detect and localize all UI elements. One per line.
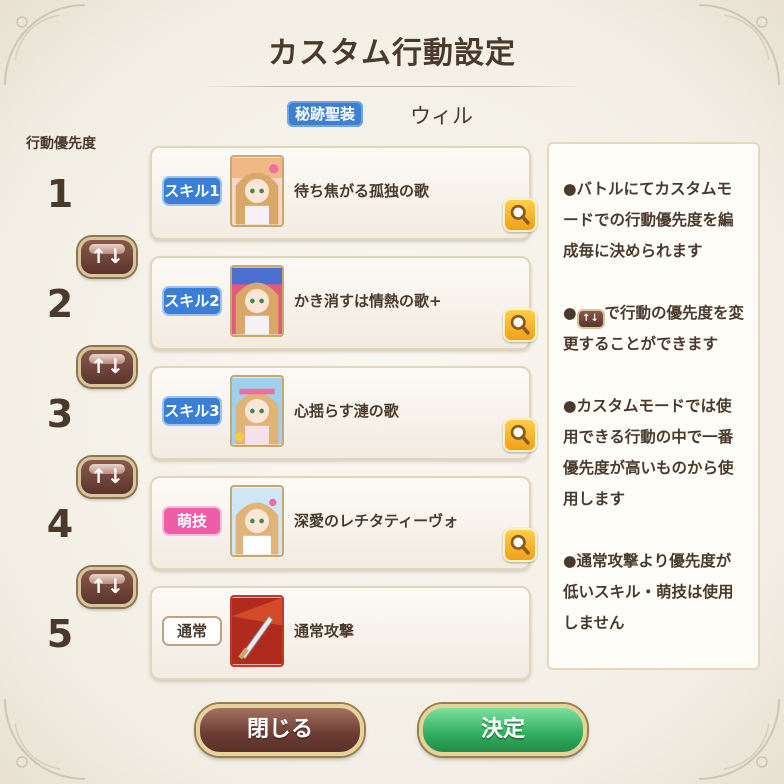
info-text-4: ●通常攻撃より優先度が低いスキル・萌技は使用しません: [563, 552, 734, 632]
skill-tag: スキル3: [162, 396, 222, 426]
skill-detail-button[interactable]: [503, 308, 537, 342]
swap-button-4-5[interactable]: ↑↓: [78, 567, 136, 607]
character-portrait-icon: [232, 157, 282, 225]
skill-detail-button[interactable]: [503, 528, 537, 562]
priority-number-5: 5: [46, 612, 74, 656]
skill-portrait: [230, 485, 284, 557]
ornament-corner-icon: [4, 698, 86, 780]
skill-portrait: [230, 155, 284, 227]
skill-detail-button[interactable]: [503, 198, 537, 232]
info-text-3: ●カスタムモードでは使用できる行動の中で一番優先度が高いものから使用します: [563, 397, 734, 508]
skill-tag: 萌技: [162, 506, 222, 536]
skill-name: 待ち焦がる孤独の歌: [294, 182, 430, 200]
skill-portrait: [230, 375, 284, 447]
priority-number-1: 1: [46, 172, 74, 216]
magnifier-icon: [510, 204, 530, 225]
skill-tag: スキル2: [162, 286, 222, 316]
sword-attack-icon: [232, 597, 282, 665]
character-portrait-icon: [232, 487, 282, 555]
info-text-2: ● ↑↓ で行動の優先度を変更することができます: [563, 304, 745, 353]
skill-portrait: [230, 265, 284, 337]
swap-button-2-3[interactable]: ↑↓: [78, 347, 136, 387]
close-button[interactable]: 閉じる: [196, 704, 364, 756]
swap-arrows-icon: ↑↓: [90, 244, 124, 268]
skill-portrait: [230, 595, 284, 667]
action-card-5: 通常 通常攻撃: [150, 586, 531, 680]
action-card-2: スキル2 かき消すは情熱の歌+: [150, 256, 537, 350]
swap-arrows-icon: ↑↓: [90, 464, 124, 488]
info-panel: ●バトルにてカスタムモードでの行動優先度を編成毎に決められます ● ↑↓ で行動の優…: [547, 142, 760, 670]
swap-arrows-icon: ↑↓: [90, 574, 124, 598]
character-name: ウィル: [410, 104, 473, 128]
priority-number-3: 3: [46, 392, 74, 436]
skill-tag: 通常: [162, 616, 222, 646]
swap-button-1-2[interactable]: ↑↓: [78, 237, 136, 277]
skill-name: 深愛のレチタティーヴォ: [294, 512, 459, 530]
skill-tag: スキル1: [162, 176, 222, 206]
title-divider: [200, 86, 584, 87]
magnifier-icon: [510, 314, 530, 335]
action-card-3: スキル3 心揺らす漣の歌: [150, 366, 537, 460]
dialog-title: カスタム行動設定: [268, 36, 516, 71]
ornament-corner-icon: [698, 698, 780, 780]
action-card-1: スキル1 待ち焦がる孤独の歌: [150, 146, 537, 240]
skill-name: 通常攻撃: [294, 622, 355, 640]
priority-number-2: 2: [46, 282, 74, 326]
magnifier-icon: [510, 424, 530, 445]
character-portrait-icon: [232, 267, 282, 335]
confirm-button[interactable]: 決定: [419, 704, 587, 756]
swap-button-3-4[interactable]: ↑↓: [78, 457, 136, 497]
priority-number-4: 4: [46, 502, 74, 546]
equipment-badge: 秘跡聖装: [287, 101, 363, 127]
priority-label: 行動優先度: [26, 136, 96, 152]
action-card-4: 萌技 深愛のレチタティーヴォ: [150, 476, 537, 570]
info-text-1: ●バトルにてカスタムモードでの行動優先度を編成毎に決められます: [563, 180, 734, 260]
skill-detail-button[interactable]: [503, 418, 537, 452]
swap-arrows-icon: ↑↓: [90, 354, 124, 378]
skill-name: 心揺らす漣の歌: [294, 402, 399, 420]
character-portrait-icon: [232, 377, 282, 445]
magnifier-icon: [510, 534, 530, 555]
skill-name: かき消すは情熱の歌+: [294, 292, 442, 310]
swap-arrows-icon: ↑↓: [576, 309, 605, 329]
